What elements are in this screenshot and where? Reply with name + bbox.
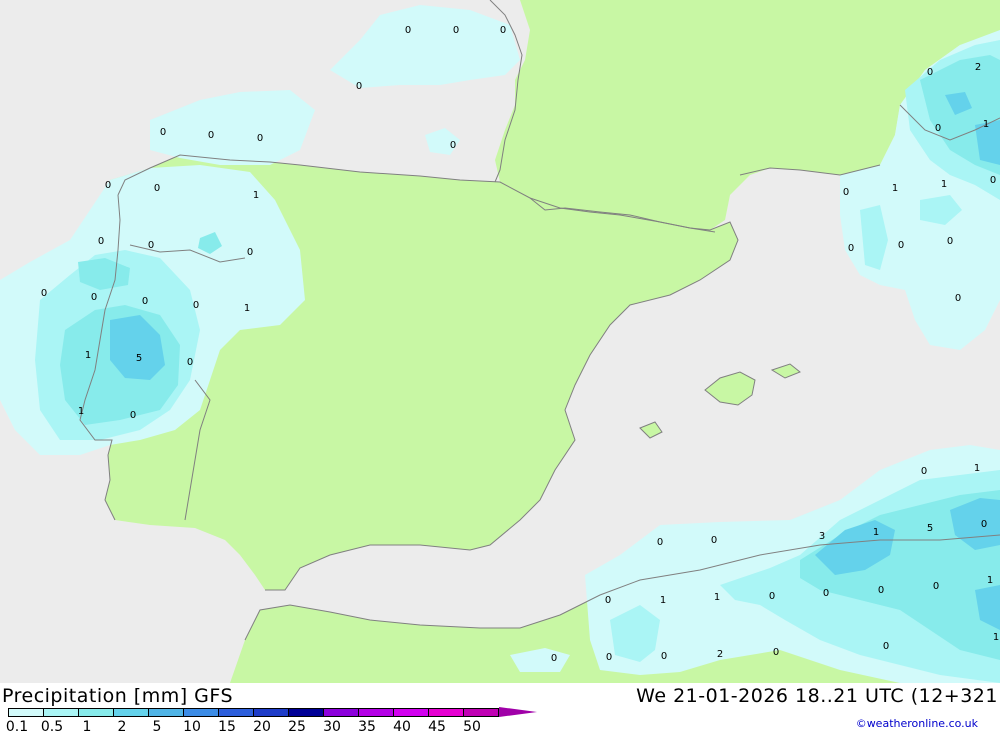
scale-swatch <box>8 708 44 717</box>
scale-swatch <box>253 708 289 717</box>
point-value-label: 0 <box>91 292 97 303</box>
point-value-label: 0 <box>981 519 987 530</box>
point-value-label: 1 <box>892 183 898 194</box>
point-value-label: 0 <box>187 357 193 368</box>
scale-swatch <box>218 708 254 717</box>
point-value-label: 5 <box>136 353 142 364</box>
credit-link[interactable]: ©weatheronline.co.uk <box>856 717 978 730</box>
point-value-label: 0 <box>142 296 148 307</box>
scale-swatch <box>78 708 114 717</box>
point-value-label: 5 <box>927 523 933 534</box>
point-value-label: 0 <box>41 288 47 299</box>
scale-swatch <box>148 708 184 717</box>
scale-swatch <box>43 708 79 717</box>
point-value-label: 2 <box>975 62 981 73</box>
point-value-label: 1 <box>253 190 259 201</box>
point-value-label: 1 <box>78 406 84 417</box>
point-value-label: 0 <box>606 652 612 663</box>
point-value-label: 0 <box>148 240 154 251</box>
point-value-label: 0 <box>898 240 904 251</box>
point-value-label: 0 <box>193 300 199 311</box>
point-value-label: 0 <box>848 243 854 254</box>
point-value-label: 1 <box>714 592 720 603</box>
scale-swatch <box>358 708 394 717</box>
scale-arrow <box>499 707 537 717</box>
point-value-label: 1 <box>983 119 989 130</box>
point-value-label: 0 <box>208 130 214 141</box>
point-value-label: 1 <box>660 595 666 606</box>
scale-swatch <box>323 708 359 717</box>
point-value-label: 0 <box>551 653 557 664</box>
point-value-label: 0 <box>657 537 663 548</box>
point-value-label: 0 <box>927 67 933 78</box>
point-value-label: 2 <box>717 649 723 660</box>
point-value-label: 0 <box>711 535 717 546</box>
valid-time: We 21-01-2026 18..21 UTC (12+321 <box>636 685 998 707</box>
point-value-label: 0 <box>773 647 779 658</box>
color-scale-labels: 0.1 0.5 1 2 5 10 15 20 25 30 35 40 45 50 <box>0 719 560 735</box>
point-value-label: 0 <box>257 133 263 144</box>
point-value-label: 0 <box>356 81 362 92</box>
point-value-label: 1 <box>987 575 993 586</box>
point-value-label: 1 <box>974 463 980 474</box>
point-value-label: 0 <box>605 595 611 606</box>
point-value-label: 0 <box>843 187 849 198</box>
point-value-label: 0 <box>933 581 939 592</box>
point-value-label: 0 <box>921 466 927 477</box>
point-value-label: 0 <box>883 641 889 652</box>
point-value-label: 0 <box>105 180 111 191</box>
point-value-label: 1 <box>941 179 947 190</box>
point-value-label: 1 <box>244 303 250 314</box>
scale-swatch <box>183 708 219 717</box>
scale-swatch <box>428 708 464 717</box>
point-value-label: 0 <box>160 127 166 138</box>
product-title: Precipitation [mm] GFS <box>2 685 234 707</box>
point-value-label: 0 <box>947 236 953 247</box>
point-value-label: 0 <box>453 25 459 36</box>
scale-swatch <box>463 708 499 717</box>
point-value-label: 3 <box>819 531 825 542</box>
point-value-label: 0 <box>130 410 136 421</box>
point-value-label: 1 <box>85 350 91 361</box>
color-scale <box>8 707 537 718</box>
scale-swatch <box>288 708 324 717</box>
point-value-label: 0 <box>769 591 775 602</box>
point-value-label: 0 <box>990 175 996 186</box>
point-value-label: 0 <box>405 25 411 36</box>
point-value-label: 0 <box>823 588 829 599</box>
point-value-label: 0 <box>935 123 941 134</box>
point-value-label: 0 <box>878 585 884 596</box>
point-value-label: 0 <box>955 293 961 304</box>
point-value-label: 1 <box>873 527 879 538</box>
point-value-label: 0 <box>500 25 506 36</box>
point-value-label: 0 <box>450 140 456 151</box>
point-value-label: 0 <box>154 183 160 194</box>
scale-swatch <box>393 708 429 717</box>
point-value-label: 0 <box>98 236 104 247</box>
scale-swatch <box>113 708 149 717</box>
bottom-panel: Precipitation [mm] GFS We 21-01-2026 18.… <box>0 683 1000 735</box>
point-value-label: 0 <box>247 247 253 258</box>
point-value-label: 1 <box>993 632 999 643</box>
precipitation-map: 0 0 0 0 2 0 1 0 0 0 0 0 0 0 1 0 1 1 0 0 0 0 0 0 0 0 0 0 0 1 5 0 1 0 1 0 0 1 3 1… <box>0 0 1000 683</box>
point-value-label: 0 <box>661 651 667 662</box>
